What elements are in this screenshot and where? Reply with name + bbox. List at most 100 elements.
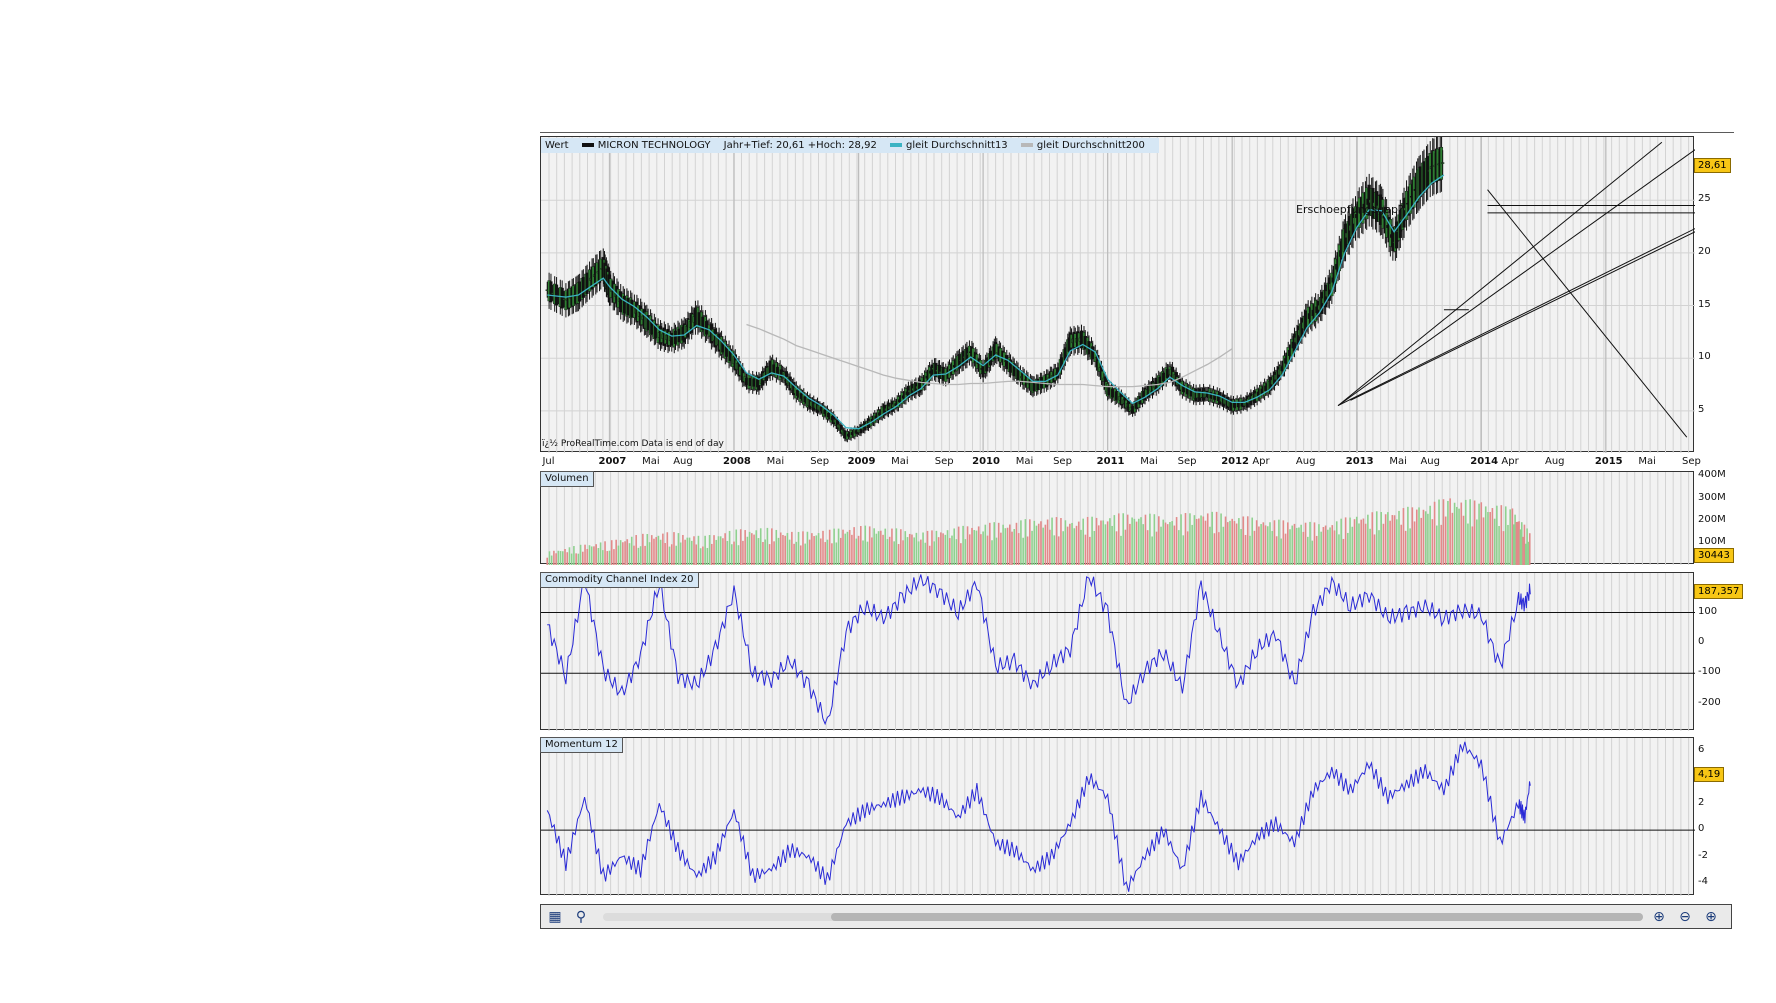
volume-bar [1509,509,1511,565]
volume-bar [1151,536,1153,565]
volume-bar [1206,513,1209,565]
volume-bar [1307,536,1309,565]
zoom-fit-icon[interactable]: ⊕ [1649,908,1669,926]
volume-bar [657,535,660,565]
volume-bar [1240,529,1242,565]
volume-bar [877,531,880,565]
volume-panel-title: Volumen [540,471,594,487]
volume-bar [813,536,815,565]
volume-bar [1091,516,1093,565]
zoom-in-icon[interactable]: ⊕ [1701,908,1721,926]
volume-bar [1331,525,1334,565]
volume-bar [920,539,922,565]
volume-bar [775,529,778,565]
volume-bar [1402,508,1405,565]
volume-bar [1275,536,1278,565]
volume-bar [1060,518,1062,565]
volume-bar [568,547,571,565]
scrollbar-thumb[interactable] [831,913,1643,921]
volume-bar [690,540,693,565]
candle-body [1441,162,1445,164]
momentum-panel[interactable] [540,737,1695,896]
x-tick-label: Apr [1501,456,1519,467]
volume-bar [957,526,960,565]
legend-item-price: MICRON TECHNOLOGY [597,140,711,151]
chart-settings-icon[interactable]: ▦ [545,908,565,926]
volume-bar [1229,520,1231,565]
volume-bar [806,531,809,565]
time-scrollbar[interactable] [603,913,1643,921]
volume-bar [1464,499,1467,565]
volume-bar [937,537,940,565]
volume-bar [791,531,793,565]
volume-bar [1200,515,1202,565]
cci-panel[interactable] [540,572,1695,731]
volume-bar [824,542,827,565]
volume-bar [1249,535,1251,565]
volume-bar [1293,523,1296,565]
volume-bar [935,530,938,565]
volume-bar [1498,525,1500,565]
volume-bar [644,545,646,565]
x-tick-label: Aug [1420,456,1440,467]
volume-bar [1242,516,1245,565]
volume-bar [1528,533,1531,565]
zoom-out-icon[interactable]: ⊖ [1675,908,1695,926]
volume-bar [1351,526,1354,565]
volume-bar [1424,511,1427,565]
volume-bar [1489,512,1491,565]
volume-bar [1398,510,1400,565]
volume-bar [906,537,909,565]
volume-bar [1500,505,1503,565]
x-tick-label: Mai [1015,456,1034,467]
volume-bar [1213,533,1216,565]
volume-bar [1367,514,1369,565]
x-tick-label: 2015 [1594,456,1623,467]
volume-bar [977,526,980,565]
price-panel[interactable] [540,136,1695,453]
volume-bar [697,535,700,565]
momentum-y-tick: -4 [1698,875,1708,887]
volume-bar [1440,524,1443,565]
cci-y-tick: 100 [1698,605,1718,617]
legend-swatch-ma13 [890,143,903,147]
volume-bar [1286,522,1289,565]
volume-y-tick: 300M [1698,491,1726,503]
volume-bar [710,543,713,565]
volume-bar [1382,523,1385,565]
volume-bar [808,539,811,565]
volume-bar [846,531,849,565]
volume-bar [561,551,564,565]
volume-bar [1473,500,1476,565]
volume-bar [1358,523,1360,565]
volume-bar [1086,516,1089,565]
volume-bar [564,549,566,565]
volume-bar [926,530,929,565]
volume-bar [1258,526,1260,565]
volume-bar [1137,518,1140,565]
volume-bar [1178,530,1180,565]
volume-bar [893,541,895,565]
volume-bar [991,540,993,565]
volume-bar [575,553,577,565]
volume-bar [590,546,593,565]
x-tick-label: Aug [673,456,693,467]
volume-bar [597,548,600,565]
volume-bar [1355,516,1358,565]
chart-toolbar: ▦ ⚲ ⊕ ⊖ ⊕ [540,904,1732,929]
volume-bar [1009,524,1011,565]
price-y-tick: 5 [1698,403,1705,415]
volume-bar [1422,509,1425,565]
volume-bar [933,541,935,565]
volume-panel[interactable] [540,471,1694,565]
volume-bar [940,532,942,565]
price-y-tick: 25 [1698,193,1711,205]
volume-bar [802,531,804,565]
volume-bar [699,548,702,565]
volume-bar [1471,526,1474,565]
volume-bar [1438,499,1440,565]
volume-bar [1373,534,1376,565]
indicator-icon[interactable]: ⚲ [571,908,591,926]
x-tick-label: Mai [1140,456,1158,467]
volume-bar [984,524,987,565]
